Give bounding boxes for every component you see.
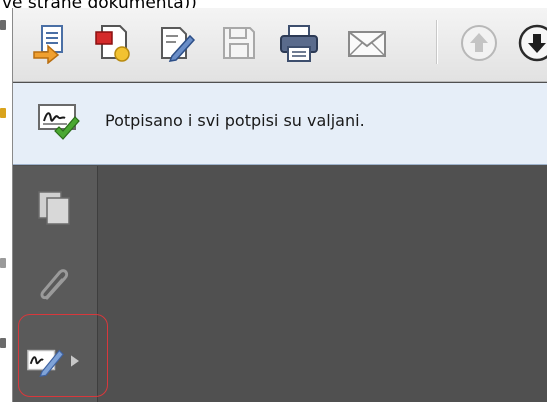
signature-status-bar: Potpisano i svi potpisi su valjani. — [13, 83, 547, 165]
save-button[interactable] — [217, 21, 261, 65]
reader-window: Potpisano i svi potpisi su valjani. — [12, 8, 547, 402]
navigation-panel — [13, 166, 98, 402]
pages-button[interactable] — [29, 182, 79, 232]
edit-icon — [161, 27, 196, 62]
next-page-icon — [518, 24, 547, 62]
signature-status-message: Potpisano i svi potpisi su valjani. — [105, 111, 365, 130]
signature-valid-icon — [38, 104, 80, 140]
print-button[interactable] — [277, 21, 321, 65]
create-button[interactable] — [91, 21, 135, 65]
previous-page-button[interactable] — [457, 21, 501, 65]
edit-button[interactable] — [153, 21, 197, 65]
toolbar-separator — [436, 20, 438, 64]
background-fragment — [0, 20, 6, 30]
create-icon — [95, 25, 130, 62]
previous-page-icon — [461, 25, 497, 61]
print-icon — [280, 25, 318, 62]
background-fragment — [0, 338, 6, 348]
email-icon — [348, 31, 386, 57]
pages-icon — [38, 191, 70, 225]
email-button[interactable] — [345, 21, 389, 65]
background-fragment — [0, 258, 6, 268]
background-fragment — [0, 108, 6, 118]
next-page-button[interactable] — [516, 21, 547, 65]
attachments-icon — [40, 269, 69, 300]
signatures-icon — [27, 349, 64, 377]
document-content-area[interactable] — [99, 166, 547, 402]
signatures-button[interactable] — [25, 338, 89, 384]
attachments-button[interactable] — [29, 260, 79, 310]
expand-arrow-icon — [71, 355, 79, 367]
toolbar — [13, 8, 547, 82]
export-button[interactable] — [29, 21, 73, 65]
export-icon — [33, 25, 63, 64]
save-icon — [223, 27, 255, 59]
